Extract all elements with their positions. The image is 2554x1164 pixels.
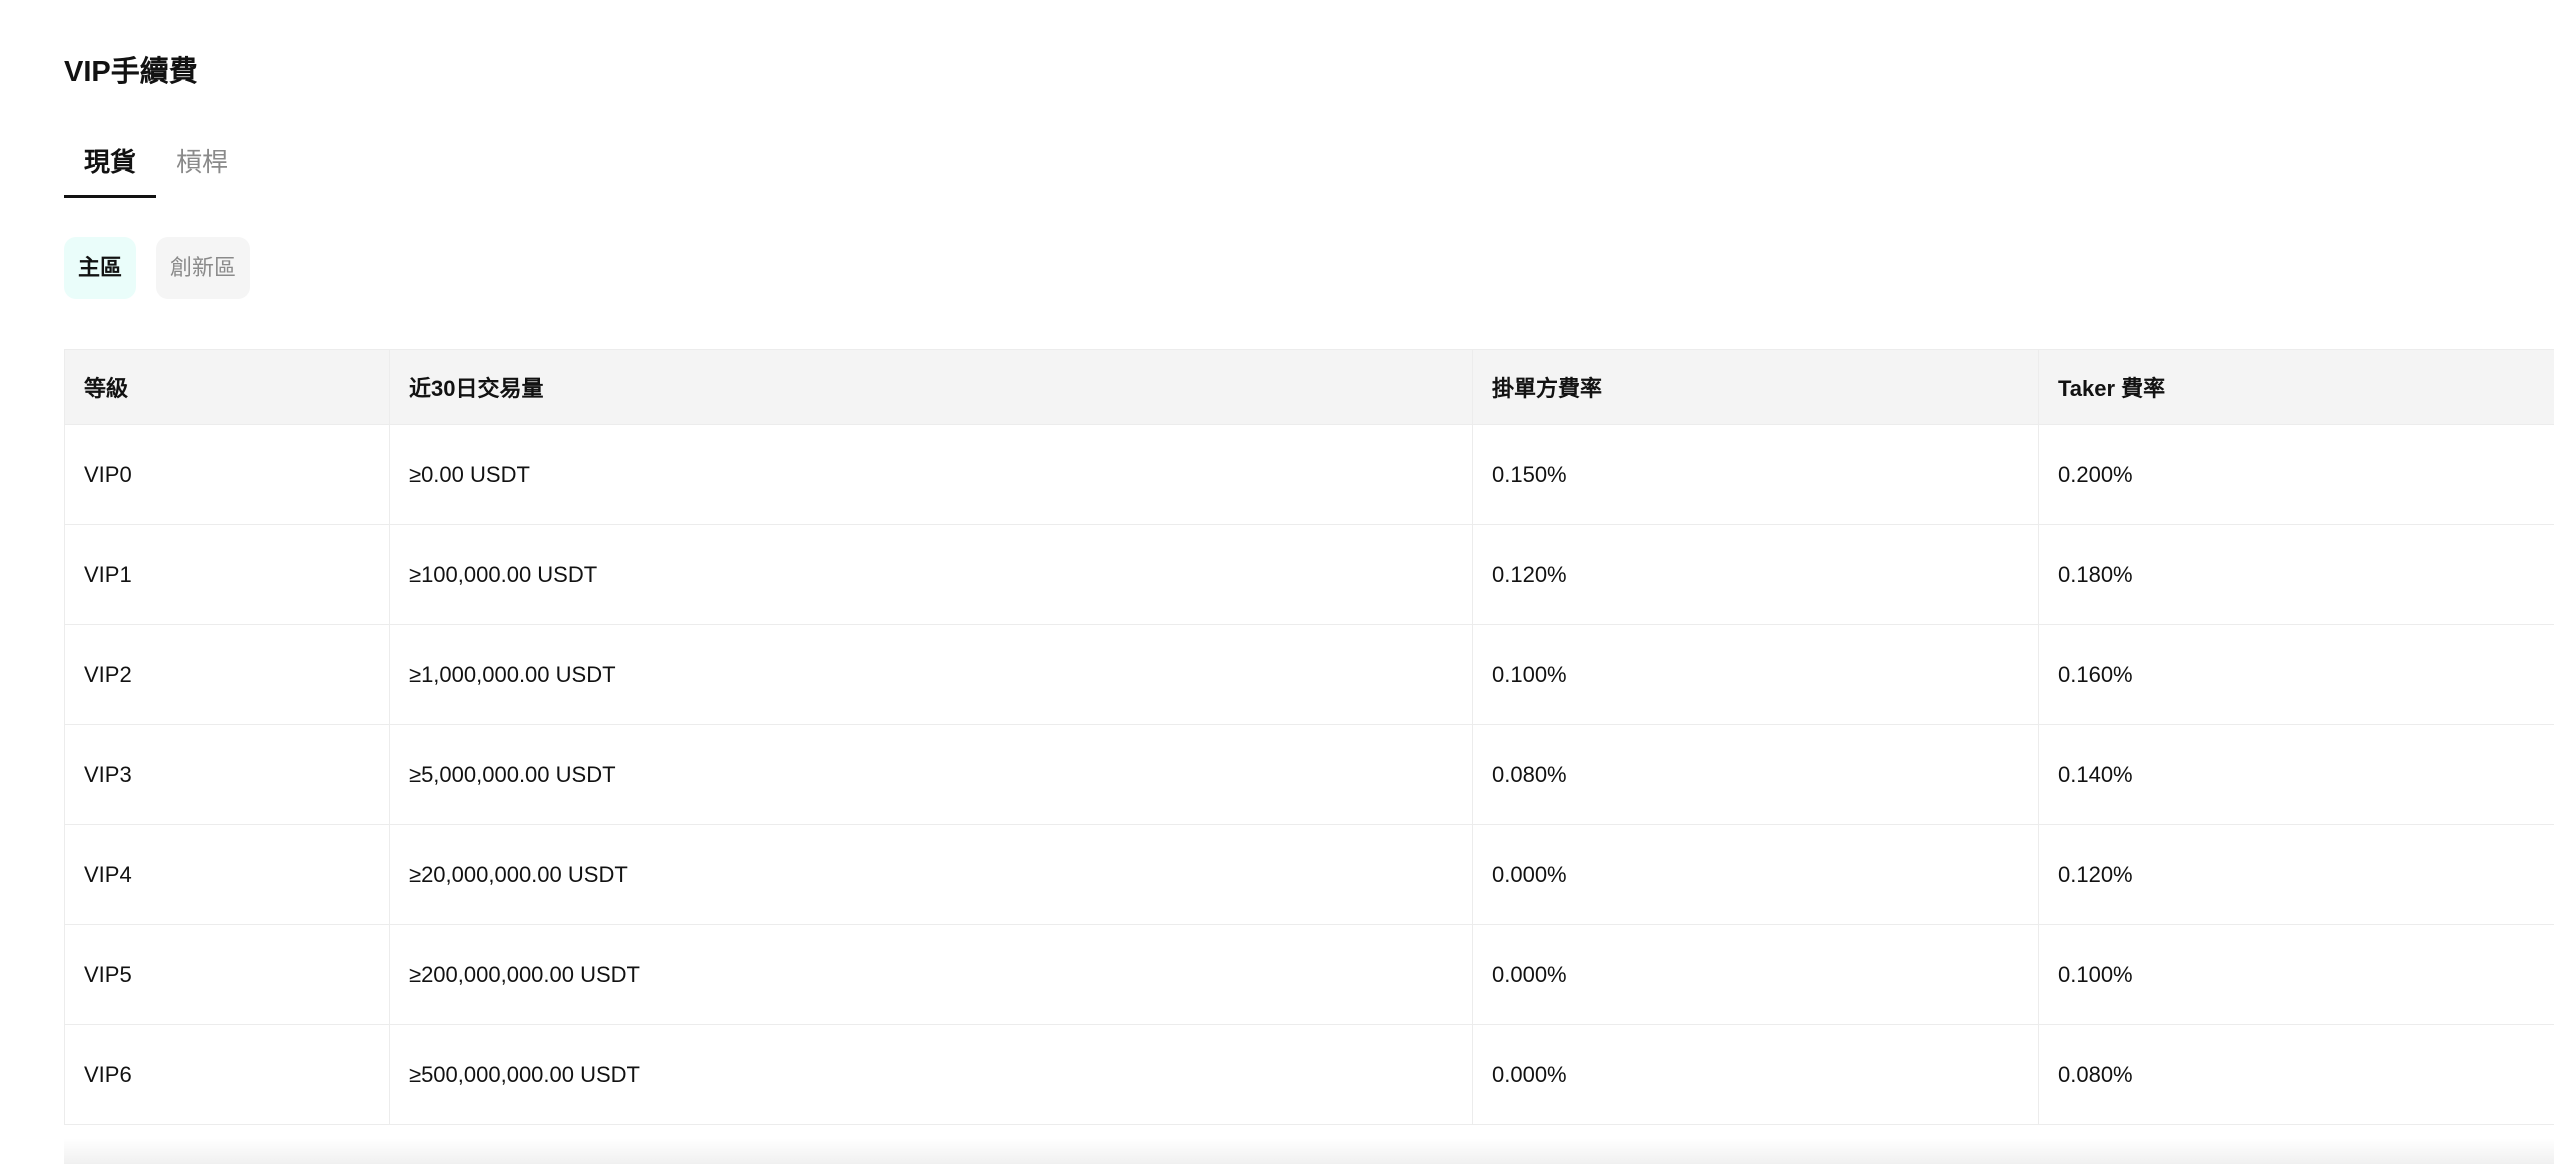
- cell-taker-fee: 0.100%: [2038, 924, 2554, 1025]
- cell-taker-fee: 0.080%: [2038, 1024, 2554, 1125]
- cell-volume: ≥500,000,000.00 USDT: [389, 1024, 1473, 1125]
- tab-spot[interactable]: 現貨: [64, 138, 157, 198]
- table-row: VIP3 ≥5,000,000.00 USDT 0.080% 0.140%: [64, 724, 2554, 825]
- cell-level: VIP2: [64, 624, 390, 725]
- cell-taker-fee: 0.120%: [2038, 824, 2554, 925]
- product-tabs: 現貨 槓桿: [64, 138, 248, 198]
- cell-maker-fee: 0.000%: [1472, 924, 2039, 1025]
- page: VIP手續費 現貨 槓桿 主區 創新區 等級 近30日交易量 掛單方費率 Tak…: [0, 0, 2554, 1164]
- table-row: VIP2 ≥1,000,000.00 USDT 0.100% 0.160%: [64, 624, 2554, 725]
- cell-maker-fee: 0.000%: [1472, 1024, 2039, 1125]
- cell-maker-fee: 0.120%: [1472, 524, 2039, 625]
- cell-maker-fee: 0.080%: [1472, 724, 2039, 825]
- header-30d-volume: 近30日交易量: [389, 349, 1473, 425]
- header-taker-fee: Taker 費率: [2038, 349, 2554, 425]
- segment-innovation-zone[interactable]: 創新區: [156, 237, 251, 299]
- cell-level: VIP4: [64, 824, 390, 925]
- cell-taker-fee: 0.200%: [2038, 424, 2554, 525]
- header-maker-fee: 掛單方費率: [1472, 349, 2039, 425]
- segment-main-zone[interactable]: 主區: [64, 237, 137, 299]
- cell-taker-fee: 0.180%: [2038, 524, 2554, 625]
- zone-segments: 主區 創新區: [64, 237, 251, 299]
- cell-level: VIP1: [64, 524, 390, 625]
- cell-level: VIP3: [64, 724, 390, 825]
- fee-table-container: 等級 近30日交易量 掛單方費率 Taker 費率 VIP0 ≥0.00 USD…: [64, 349, 2554, 1125]
- cell-volume: ≥20,000,000.00 USDT: [389, 824, 1473, 925]
- cell-taker-fee: 0.140%: [2038, 724, 2554, 825]
- cell-maker-fee: 0.150%: [1472, 424, 2039, 525]
- cell-volume: ≥0.00 USDT: [389, 424, 1473, 525]
- cell-level: VIP5: [64, 924, 390, 1025]
- cell-taker-fee: 0.160%: [2038, 624, 2554, 725]
- table-row: VIP0 ≥0.00 USDT 0.150% 0.200%: [64, 424, 2554, 525]
- table-row: VIP5 ≥200,000,000.00 USDT 0.000% 0.100%: [64, 924, 2554, 1025]
- tab-margin[interactable]: 槓桿: [156, 138, 248, 198]
- cell-level: VIP6: [64, 1024, 390, 1125]
- table-header-row: 等級 近30日交易量 掛單方費率 Taker 費率: [64, 349, 2554, 425]
- cell-maker-fee: 0.000%: [1472, 824, 2039, 925]
- cell-volume: ≥200,000,000.00 USDT: [389, 924, 1473, 1025]
- footer-shadow: [64, 1138, 2554, 1164]
- cell-volume: ≥1,000,000.00 USDT: [389, 624, 1473, 725]
- cell-level: VIP0: [64, 424, 390, 525]
- page-title: VIP手續費: [64, 56, 198, 88]
- fee-table: 等級 近30日交易量 掛單方費率 Taker 費率 VIP0 ≥0.00 USD…: [64, 349, 2554, 1125]
- cell-maker-fee: 0.100%: [1472, 624, 2039, 725]
- table-row: VIP6 ≥500,000,000.00 USDT 0.000% 0.080%: [64, 1024, 2554, 1125]
- table-row: VIP1 ≥100,000.00 USDT 0.120% 0.180%: [64, 524, 2554, 625]
- table-body: VIP0 ≥0.00 USDT 0.150% 0.200% VIP1 ≥100,…: [64, 424, 2554, 1125]
- cell-volume: ≥5,000,000.00 USDT: [389, 724, 1473, 825]
- table-row: VIP4 ≥20,000,000.00 USDT 0.000% 0.120%: [64, 824, 2554, 925]
- cell-volume: ≥100,000.00 USDT: [389, 524, 1473, 625]
- header-level: 等級: [64, 349, 390, 425]
